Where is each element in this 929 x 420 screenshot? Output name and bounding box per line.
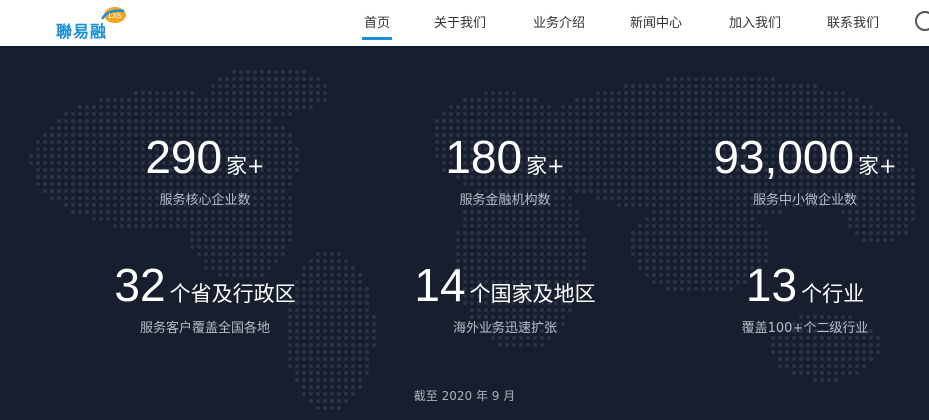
nav-careers[interactable]: 加入我们 (729, 12, 781, 31)
data-as-of-note: 截至 2020 年 9 月 (413, 389, 516, 403)
stat-unit: 个国家及地区 (469, 282, 596, 306)
stat-number: 93,000 (713, 131, 855, 183)
stat-core-enterprises: 290 家+ 服务核心企业数 (100, 133, 310, 208)
nav-about[interactable]: 关于我们 (434, 12, 486, 31)
stat-number: 14 (414, 259, 466, 311)
company-logo[interactable]: 聯易融 LXS (56, 5, 128, 41)
stat-financial-institutions: 180 家+ 服务金融机构数 (400, 133, 610, 208)
stat-countries: 14 个国家及地区 海外业务迅速扩张 (390, 261, 620, 336)
stat-label: 服务核心企业数 (159, 193, 251, 208)
stats-hero: 290 家+ 服务核心企业数 180 家+ 服务金融机构数 93,000 家+ 服务中… (0, 46, 929, 420)
stat-unit: 个行业 (801, 282, 865, 306)
world-map-dots (29, 70, 915, 410)
stat-industries: 13 个行业 覆盖100+个二级行业 (700, 261, 910, 336)
search-icon[interactable] (915, 11, 929, 31)
stat-number: 32 (114, 259, 166, 311)
stat-provinces: 32 个省及行政区 服务客户覆盖全国各地 (90, 261, 320, 336)
stat-number: 290 (145, 131, 223, 183)
nav-home[interactable]: 首页 (361, 12, 393, 40)
logo-badge-text: LXS (108, 12, 122, 20)
stat-unit: 家+ (526, 154, 565, 178)
stat-label: 海外业务迅速扩张 (452, 321, 557, 336)
stat-unit: 家+ (858, 154, 897, 178)
stat-number: 13 (745, 259, 798, 311)
stat-label: 覆盖100+个二级行业 (741, 321, 869, 336)
nav-contact[interactable]: 联系我们 (827, 12, 879, 31)
stat-label: 服务客户覆盖全国各地 (139, 321, 270, 336)
logo-badge-icon: LXS (100, 7, 126, 23)
nav-news[interactable]: 新闻中心 (630, 12, 682, 31)
stat-unit: 家+ (226, 154, 265, 178)
stat-label: 服务金融机构数 (459, 193, 551, 208)
nav-business[interactable]: 业务介绍 (533, 12, 585, 31)
site-header: 聯易融 LXS 首页 关于我们 业务介绍 新闻中心 加入我们 联系我们 (0, 0, 929, 46)
stat-smes: 93,000 家+ 服务中小微企业数 (690, 133, 920, 208)
stat-number: 180 (445, 131, 523, 183)
stat-label: 服务中小微企业数 (752, 193, 857, 208)
stat-unit: 个省及行政区 (169, 282, 296, 306)
